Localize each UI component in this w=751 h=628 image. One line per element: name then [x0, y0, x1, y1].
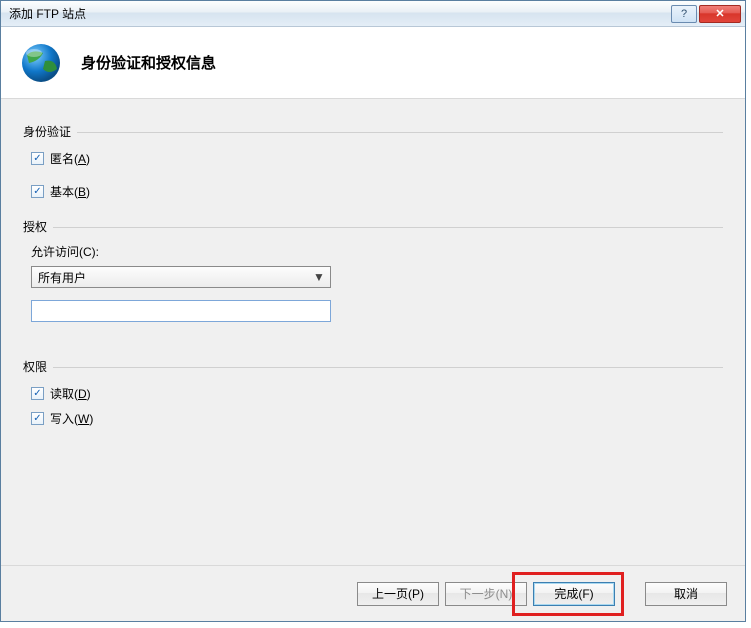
- authentication-group: 身份验证 匿名(A) 基本(B): [23, 123, 723, 200]
- previous-button[interactable]: 上一页(P): [357, 582, 439, 606]
- permissions-group-label: 权限: [23, 358, 47, 375]
- anonymous-checkbox-row[interactable]: 匿名(A): [31, 150, 723, 167]
- basic-checkbox-row[interactable]: 基本(B): [31, 183, 723, 200]
- content-area: 身份验证 匿名(A) 基本(B) 授权 允许访问(C): 所有用户 ▼: [1, 99, 745, 565]
- allow-access-combobox[interactable]: 所有用户 ▼: [31, 266, 331, 288]
- finish-button[interactable]: 完成(F): [533, 582, 615, 606]
- dialog-window: 添加 FTP 站点 ? ✕ 身份验证和授权信息: [0, 0, 746, 622]
- window-title: 添加 FTP 站点: [9, 5, 671, 22]
- authentication-group-label: 身份验证: [23, 123, 71, 140]
- close-icon: ✕: [715, 7, 724, 20]
- wizard-footer: 上一页(P) 下一步(N) 完成(F) 取消: [1, 565, 745, 621]
- help-icon: ?: [681, 8, 687, 20]
- authorization-group: 授权 允许访问(C): 所有用户 ▼: [23, 218, 723, 340]
- cancel-button[interactable]: 取消: [645, 582, 727, 606]
- group-divider: [53, 367, 723, 368]
- close-button[interactable]: ✕: [699, 5, 741, 23]
- read-checkbox-label[interactable]: 读取(D): [50, 385, 91, 402]
- help-button[interactable]: ?: [671, 5, 697, 23]
- identity-filter-input[interactable]: [31, 300, 331, 322]
- group-divider: [53, 227, 723, 228]
- group-divider: [77, 132, 723, 133]
- next-button: 下一步(N): [445, 582, 527, 606]
- authorization-group-label: 授权: [23, 218, 47, 235]
- anonymous-checkbox-label[interactable]: 匿名(A): [50, 150, 90, 167]
- write-checkbox-row[interactable]: 写入(W): [31, 410, 723, 427]
- wizard-header: 身份验证和授权信息: [1, 27, 745, 99]
- anonymous-checkbox[interactable]: [31, 152, 44, 165]
- permissions-group: 权限 读取(D) 写入(W): [23, 358, 723, 427]
- write-checkbox[interactable]: [31, 412, 44, 425]
- read-checkbox-row[interactable]: 读取(D): [31, 385, 723, 402]
- titlebar-buttons: ? ✕: [671, 5, 741, 23]
- basic-checkbox-label[interactable]: 基本(B): [50, 183, 90, 200]
- globe-icon: [19, 41, 63, 85]
- page-title: 身份验证和授权信息: [81, 52, 216, 73]
- allow-access-selected: 所有用户: [38, 269, 312, 286]
- read-checkbox[interactable]: [31, 387, 44, 400]
- chevron-down-icon: ▼: [312, 270, 326, 284]
- write-checkbox-label[interactable]: 写入(W): [50, 410, 93, 427]
- basic-checkbox[interactable]: [31, 185, 44, 198]
- titlebar: 添加 FTP 站点 ? ✕: [1, 1, 745, 27]
- allow-access-label: 允许访问(C):: [31, 243, 723, 260]
